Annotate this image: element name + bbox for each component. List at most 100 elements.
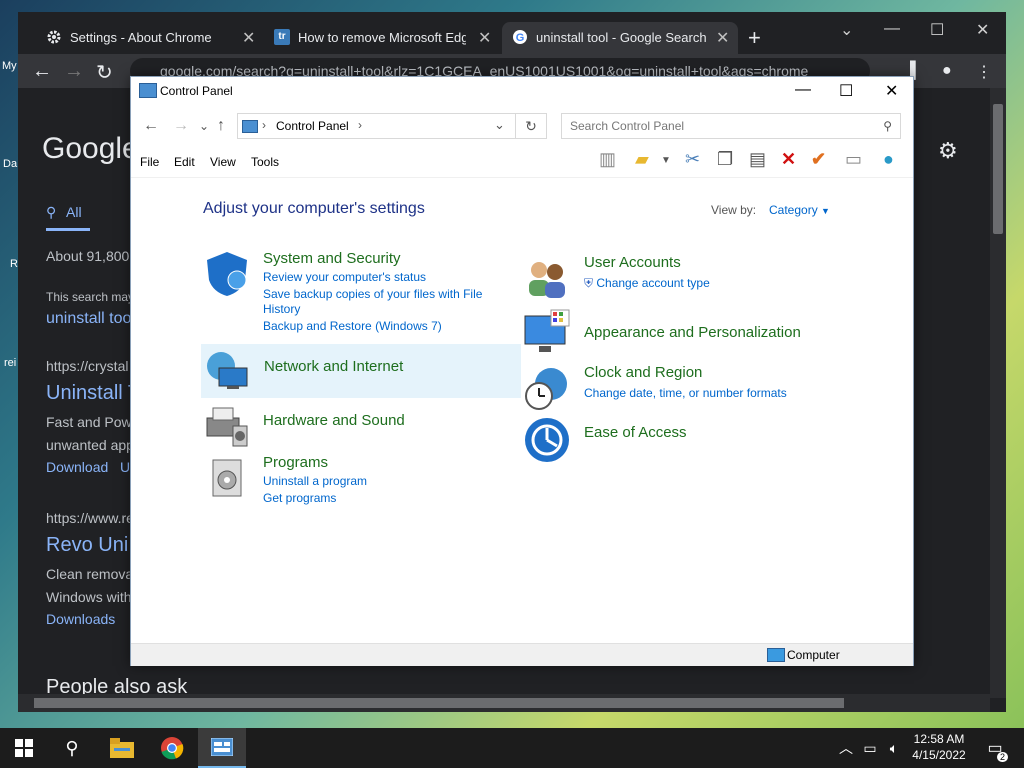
forward-icon[interactable]: → [64,60,84,83]
users-icon [529,262,565,298]
tab-all[interactable]: All [66,204,82,220]
google-logo[interactable]: Google [42,132,139,166]
refresh-button[interactable]: ↻ [515,113,547,139]
tab-edge-article[interactable]: tr How to remove Microsoft Edge f ✕ [266,22,502,54]
close-icon[interactable]: ✕ [478,28,491,48]
monitor-palette-icon [524,309,570,352]
back-icon[interactable]: ← [32,60,52,83]
chevron-down-icon[interactable]: ⌄ [494,117,505,133]
category-title[interactable]: System and Security [263,250,401,267]
desktop-icon-label[interactable]: My [2,60,17,72]
menu-tools[interactable]: Tools [251,155,279,169]
close-window-button[interactable]: ✕ [885,81,898,101]
desktop-icon-label[interactable]: Da [3,158,17,170]
menu-icon[interactable]: ⋮ [976,62,992,82]
tab-settings[interactable]: Settings - About Chrome ✕ [26,22,266,54]
result-title[interactable]: Revo Uni [46,534,128,557]
control-panel-icon [242,120,258,133]
view-by-dropdown[interactable]: Category ▼ [769,203,830,217]
file-explorer-icon[interactable] [98,728,146,768]
cut-icon[interactable]: ✂ [685,149,700,170]
search-placeholder: Search Control Panel [570,119,685,133]
category-title[interactable]: Clock and Region [584,364,702,381]
category-link[interactable]: History [263,302,300,316]
chrome-icon[interactable] [148,728,196,768]
close-window-button[interactable]: ✕ [976,20,989,40]
search-icon[interactable]: ⚲ [48,728,96,768]
desktop-icon-label[interactable]: R [10,258,18,270]
category-ease-of-access: Ease of Access [523,416,843,466]
profile-icon[interactable]: ● [942,62,952,80]
minimize-button[interactable]: — [795,81,811,99]
search-icon[interactable]: ⚲ [883,114,892,138]
category-title[interactable]: Ease of Access [584,424,687,441]
menu-edit[interactable]: Edit [174,155,195,169]
result-snippet: Clean remova [46,566,134,582]
menu-view[interactable]: View [210,155,236,169]
notification-center-icon[interactable]: ▭ 2 [980,728,1010,768]
volume-icon[interactable]: 🔈︎ [882,728,906,768]
chevron-up-icon[interactable]: ︿ [834,728,858,768]
start-button[interactable] [0,728,48,768]
chevron-down-icon[interactable]: ▼ [661,155,671,166]
uninstall-program-link[interactable]: Uninstall a program [263,474,367,488]
close-icon[interactable]: ✕ [242,28,255,48]
network-icon[interactable]: ▭ [858,728,882,768]
uac-shield-icon: ⛨ [584,276,594,290]
chevron-right-icon[interactable]: › [358,118,362,132]
properties-icon[interactable]: ▭ [845,149,862,170]
tab-strip: Settings - About Chrome ✕ tr How to remo… [18,12,1006,54]
category-link[interactable]: Backup and Restore (Windows 7) [263,319,442,333]
category-title[interactable]: Network and Internet [264,358,403,375]
computer-icon [767,648,785,662]
horizontal-scrollbar[interactable] [18,694,990,712]
maximize-button[interactable]: ☐ [839,81,853,101]
category-title[interactable]: Hardware and Sound [263,412,405,429]
tab-google-search[interactable]: G uninstall tool - Google Search ✕ [502,22,738,54]
category-title[interactable]: Programs [263,454,328,471]
result-link[interactable]: Download [46,459,108,475]
category-link[interactable]: ⛨ Change account type [584,276,710,291]
forward-icon[interactable]: → [173,117,189,135]
breadcrumb[interactable]: Control Panel [276,119,349,133]
category-link[interactable]: Review your computer's status [263,270,426,284]
back-icon[interactable]: ← [143,117,159,135]
result-link[interactable]: U [120,459,130,475]
paste-icon[interactable]: ▤ [749,149,766,170]
gear-icon[interactable]: ⚙ [938,138,958,164]
close-icon[interactable]: ✕ [716,28,729,48]
category-link[interactable]: Get programs [263,491,336,505]
scrollbar-thumb[interactable] [34,698,844,708]
clock[interactable]: 12:58 AM 4/15/2022 [904,731,974,763]
recent-locations-icon[interactable]: ⌄ [199,119,209,133]
copy-icon[interactable]: ❐ [717,149,733,170]
category-title[interactable]: Appearance and Personalization [584,324,801,341]
notice-link[interactable]: uninstall tool [46,310,135,328]
reload-icon[interactable]: ↻ [96,60,113,85]
category-link[interactable]: Save backup copies of your files with Fi… [263,287,482,301]
search-input[interactable]: Search Control Panel ⚲ [561,113,901,139]
desktop-icon-label[interactable]: rei [4,357,16,369]
control-panel-taskbar-button[interactable] [198,728,246,768]
new-tab-button[interactable]: + [748,22,772,54]
minimize-button[interactable]: — [884,20,900,38]
maximize-button[interactable]: ☐ [930,20,944,40]
checkmark-icon[interactable]: ✔ [811,149,826,170]
address-bar[interactable]: › Control Panel › ⌄ [237,113,547,139]
category-link[interactable]: Change date, time, or number formats [584,386,787,400]
result-link[interactable]: Downloads [46,611,115,627]
menu-file[interactable]: File [140,155,159,169]
result-title[interactable]: Uninstall T [46,382,140,405]
category-title[interactable]: User Accounts [584,254,681,271]
layout-icon[interactable]: ▥ [599,149,616,170]
globe-icon[interactable]: ● [883,149,894,170]
vertical-scrollbar[interactable] [990,88,1006,698]
notice-text: This search may [46,290,135,304]
category-network-internet[interactable]: Network and Internet [201,344,521,398]
up-icon[interactable]: ↑ [217,117,225,135]
scrollbar-thumb[interactable] [993,104,1003,234]
delete-icon[interactable]: ✕ [781,149,796,170]
folder-icon[interactable]: ▰ [635,149,649,170]
chevron-down-icon[interactable]: ⌄ [840,20,853,40]
tab-title: uninstall tool - Google Search [536,30,706,45]
